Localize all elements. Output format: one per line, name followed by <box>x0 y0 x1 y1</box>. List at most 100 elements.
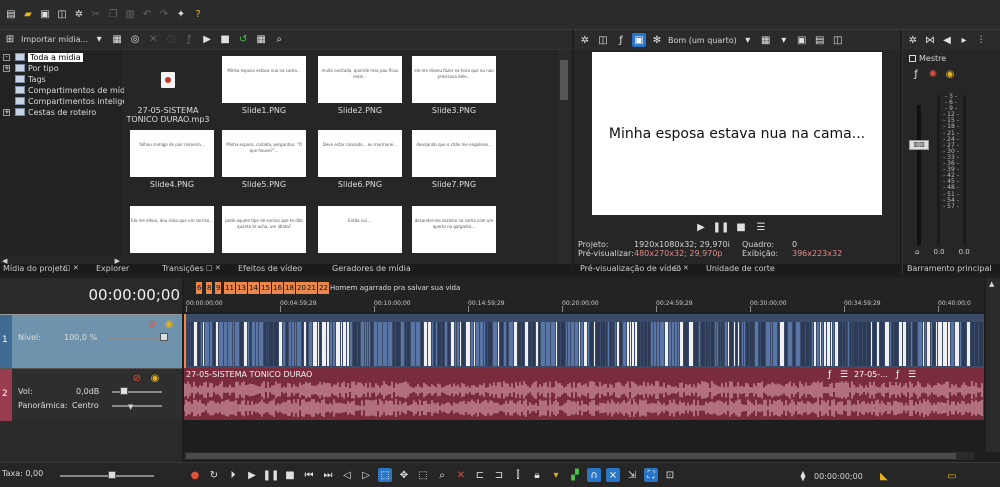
marker[interactable]: 8 <box>206 282 213 294</box>
video-event[interactable] <box>529 322 531 366</box>
remove-icon[interactable]: ✕ <box>146 33 160 47</box>
video-event[interactable] <box>740 322 741 366</box>
video-event[interactable] <box>806 322 809 366</box>
selection-icon[interactable]: ⬚ <box>416 468 430 482</box>
loop-region-icon[interactable]: ▭ <box>945 469 959 483</box>
video-event[interactable] <box>812 322 813 366</box>
video-event[interactable] <box>951 322 954 366</box>
paste-icon[interactable]: ▥ <box>123 8 137 22</box>
video-event[interactable] <box>936 322 937 366</box>
media-item[interactable]: Ela me olhou, deu risko que um sorriso..… <box>130 206 214 253</box>
ripple-icon[interactable]: ⇲ <box>625 468 639 482</box>
media-item[interactable]: ele me disseu fazer na hora que eu nao p… <box>412 56 496 115</box>
tab-trimmer[interactable]: Unidade de corte <box>706 264 775 273</box>
video-event[interactable] <box>918 322 922 366</box>
video-event[interactable] <box>568 322 570 366</box>
video-event[interactable] <box>474 322 475 366</box>
video-event[interactable] <box>484 322 485 366</box>
video-event[interactable] <box>907 322 908 366</box>
video-event[interactable] <box>632 322 634 366</box>
video-event[interactable] <box>500 322 503 366</box>
solo-icon[interactable]: ◉ <box>943 67 957 81</box>
split-icon[interactable]: ⫿ <box>511 468 525 482</box>
checkbox-icon[interactable] <box>909 55 916 62</box>
video-event[interactable] <box>680 322 683 366</box>
marker-icon[interactable]: ▾ <box>549 468 563 482</box>
video-event[interactable] <box>532 322 535 366</box>
video-event[interactable] <box>730 322 733 366</box>
video-event[interactable] <box>814 322 816 366</box>
video-event[interactable] <box>498 322 499 366</box>
video-event[interactable] <box>846 322 847 366</box>
web-icon[interactable]: ◎ <box>128 33 142 47</box>
video-event[interactable] <box>877 322 879 366</box>
video-event[interactable] <box>289 322 291 366</box>
video-event[interactable] <box>810 322 811 366</box>
video-event[interactable] <box>610 322 612 366</box>
region-icon[interactable]: ▞ <box>568 468 582 482</box>
tab-media-generators[interactable]: Geradores de mídia <box>332 264 411 273</box>
video-event[interactable] <box>210 322 212 366</box>
tree-item-tags[interactable]: Tags <box>0 74 122 85</box>
fx-icon[interactable]: ƒ <box>828 370 831 380</box>
undo-icon[interactable]: ↶ <box>140 8 154 22</box>
copy-snapshot-icon[interactable]: ◫ <box>831 33 845 47</box>
marker[interactable]: 18 <box>284 282 295 294</box>
external-monitor-icon[interactable]: ▣ <box>632 33 646 47</box>
magic-icon[interactable]: ✦ <box>174 8 188 22</box>
video-event[interactable] <box>709 322 710 366</box>
pause-icon[interactable]: ❚❚ <box>263 468 280 482</box>
video-event[interactable] <box>938 322 942 366</box>
video-event[interactable] <box>831 322 832 366</box>
video-event[interactable] <box>522 322 524 366</box>
video-event[interactable] <box>509 322 513 366</box>
video-event[interactable] <box>235 322 239 366</box>
preview-quality-dropdown[interactable]: Bom (um quarto) <box>668 36 737 45</box>
views-icon[interactable]: ▦ <box>254 33 268 47</box>
video-event[interactable] <box>471 322 473 366</box>
video-event[interactable] <box>750 322 754 366</box>
save-snapshot-icon[interactable]: ▤ <box>813 33 827 47</box>
media-item[interactable]: Então vai.... <box>318 206 402 253</box>
video-event[interactable] <box>493 322 497 366</box>
media-item[interactable]: pode aquele tipo de sorriso que te dito … <box>222 206 306 253</box>
video-event[interactable] <box>827 322 830 366</box>
trim-end-icon[interactable]: ⊐ <box>492 468 506 482</box>
video-event[interactable] <box>785 322 787 366</box>
video-event[interactable] <box>486 322 487 366</box>
video-event[interactable] <box>504 322 506 366</box>
video-event[interactable] <box>401 322 404 366</box>
video-event[interactable] <box>684 322 688 366</box>
mute-icon[interactable]: ✺ <box>926 67 940 81</box>
video-event[interactable] <box>723 322 724 366</box>
video-event[interactable] <box>669 322 671 366</box>
zoom-tool-icon[interactable]: ⌕ <box>435 468 449 482</box>
video-event[interactable] <box>541 322 545 366</box>
video-event[interactable] <box>330 322 332 366</box>
video-event[interactable] <box>219 322 223 366</box>
tree-item-all-media[interactable]: - Toda a mídia <box>0 52 122 63</box>
video-event[interactable] <box>198 322 200 366</box>
video-event[interactable] <box>678 322 679 366</box>
video-event[interactable] <box>873 322 876 366</box>
video-event[interactable] <box>383 322 387 366</box>
media-item[interactable]: Minha esposa, coitada, perguntou: "O que… <box>222 130 306 189</box>
video-event[interactable] <box>455 322 456 366</box>
marker[interactable]: 16 <box>272 282 283 294</box>
play-icon[interactable]: ▶ <box>694 220 708 234</box>
video-event[interactable] <box>442 322 444 366</box>
video-event[interactable] <box>407 322 410 366</box>
video-event[interactable] <box>333 322 335 366</box>
video-event[interactable] <box>894 322 898 366</box>
video-event[interactable] <box>909 322 910 366</box>
fx-icon[interactable]: ƒ <box>614 33 628 47</box>
rate-slider-knob[interactable] <box>108 471 116 479</box>
video-event[interactable] <box>304 322 306 366</box>
video-event[interactable] <box>581 322 583 366</box>
video-event[interactable] <box>943 322 947 366</box>
ignore-grouping-icon[interactable]: ⊡ <box>663 468 677 482</box>
video-event[interactable] <box>327 322 329 366</box>
tab-close-icon[interactable]: □ ✕ <box>64 264 79 272</box>
go-to-end-icon[interactable]: ⏭ <box>321 468 335 482</box>
video-event[interactable] <box>347 322 349 366</box>
